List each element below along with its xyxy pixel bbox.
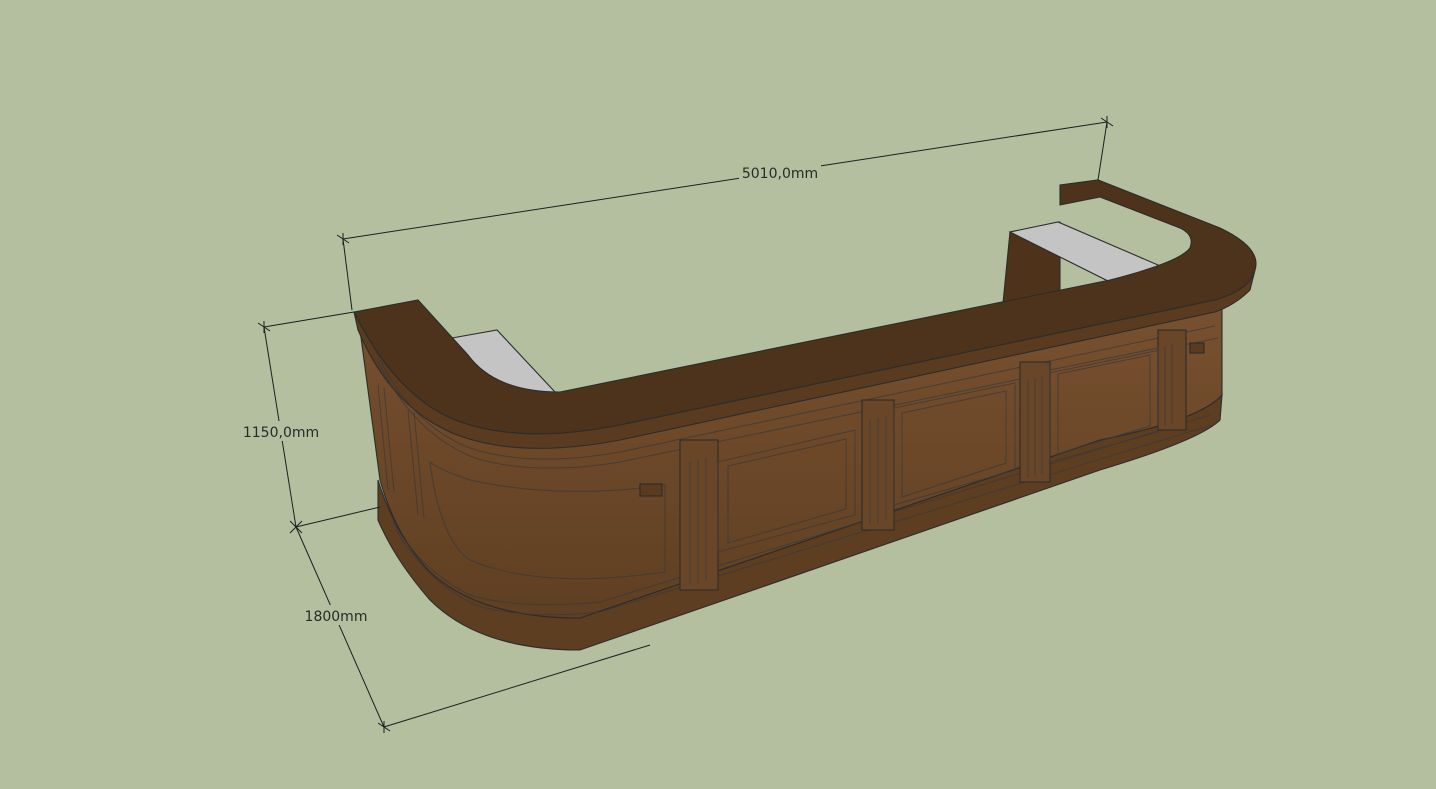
pilaster-2: [861, 399, 895, 531]
drawer-pull-left: [639, 483, 663, 497]
dim-depth-label: 1800mm: [305, 609, 368, 625]
dim-length-label: 5010,0mm: [742, 166, 818, 182]
pilaster-4: [1157, 329, 1187, 431]
sketchup-viewport[interactable]: 5010,0mm 1150,0mm 1800mm: [0, 0, 1436, 789]
model-canvas[interactable]: 5010,0mm 1150,0mm 1800mm: [0, 0, 1436, 789]
dim-height-label: 1150,0mm: [243, 425, 319, 441]
pilaster-3: [1019, 361, 1051, 483]
drawer-pull-right: [1189, 342, 1205, 354]
pilaster-1: [679, 439, 719, 591]
